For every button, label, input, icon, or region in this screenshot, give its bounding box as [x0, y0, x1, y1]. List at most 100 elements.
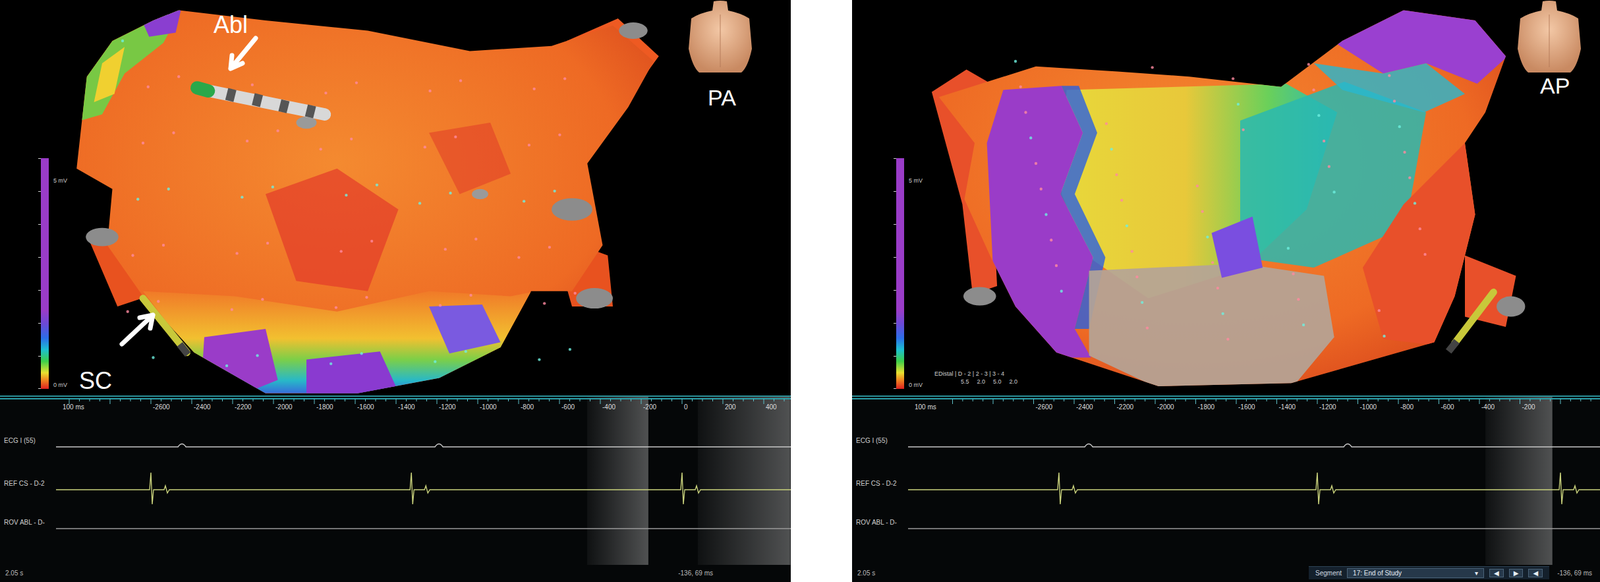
trace-footer: 2.05 sSegment17: End of Study▾◀▶◀-136, 6…	[852, 564, 1600, 582]
ruler-tick-label: -200	[643, 403, 657, 411]
ruler-tick-label: -800	[1400, 403, 1414, 411]
color-bar-tick	[38, 158, 41, 159]
channel-trace	[908, 527, 1600, 529]
channel-trace	[908, 444, 1600, 448]
color-bar-tick	[38, 224, 41, 225]
signal-traces[interactable]: 100 ms-2600-2400-2200-2000-1800-1600-140…	[0, 395, 791, 582]
segment-select[interactable]: 17: End of Study ▾	[1346, 568, 1485, 578]
ruler-tick-label: -1000	[1360, 403, 1378, 411]
cursor-reading: -136, 69 ms	[678, 569, 714, 577]
playback-button[interactable]: ◀	[1489, 568, 1504, 578]
ruler-tick-label: -1800	[1198, 403, 1216, 411]
channel-trace	[908, 472, 1600, 505]
electrode-readout: EDistal | D - 2 | 2 - 3 | 3 - 45.5 2.0 5.0…	[934, 370, 1018, 386]
ruler-tick-label: -400	[602, 403, 616, 411]
ruler-tick-label: -800	[520, 403, 534, 411]
atrium-shell[interactable]	[73, 5, 659, 396]
channel-label: REF CS - D-2	[3, 479, 45, 487]
scale-max-label: 5 mV	[52, 176, 68, 185]
color-bar-tick	[38, 191, 41, 192]
arrow-icon	[121, 314, 153, 344]
channel-label: ROV ABL - D-	[856, 518, 897, 526]
ruler-tick-label: -2400	[1076, 403, 1094, 411]
segment-value: 17: End of Study	[1352, 569, 1402, 577]
voltage-color-bar[interactable]	[896, 158, 905, 389]
sinus-catheter-icon	[142, 298, 188, 355]
arrow-icon	[230, 38, 256, 69]
ablation-catheter-icon	[197, 87, 325, 115]
scale-min-label: 0 mV	[52, 380, 68, 389]
torso-orientation-icon	[688, 0, 752, 73]
readout-value: 2.0	[1009, 378, 1019, 387]
ruler-tick-label: -1200	[1319, 403, 1337, 411]
color-bar-tick	[893, 289, 897, 291]
map-panel: AP5 mV0 mVEDistal | D - 2 | 2 - 3 | 3 - …	[852, 0, 1600, 582]
color-bar-tick	[893, 158, 897, 159]
view-label: PA	[706, 84, 738, 112]
trace-event	[181, 446, 183, 447]
color-bar-tick	[893, 191, 897, 192]
window-duration: 2.05 s	[5, 569, 24, 577]
window-of-interest[interactable]	[587, 396, 649, 565]
ruler-tick-label: 200	[724, 403, 737, 411]
trace-event	[1559, 488, 1561, 490]
dropdown-arrow-icon: ▾	[1474, 569, 1479, 577]
map-panel: PA5 mV0 mVAblSC100 ms-2600-2400-2200-200…	[0, 0, 791, 582]
voltage-color-bar[interactable]	[40, 158, 49, 389]
ruler-tick-label: -1400	[398, 403, 416, 411]
playback-button[interactable]: ▶	[1509, 568, 1524, 578]
anatomical-map[interactable]: AP5 mV0 mVEDistal | D - 2 | 2 - 3 | 3 - …	[852, 0, 1600, 396]
color-bar-tick	[893, 257, 897, 258]
readout-value: 2.0	[977, 378, 986, 387]
ruler-tick-label: -2600	[152, 403, 171, 411]
color-bar-tick	[38, 355, 41, 357]
ruler-tick-label: -1800	[316, 403, 334, 411]
channel-label: REF CS - D-2	[856, 479, 897, 487]
window-duration: 2.05 s	[857, 569, 876, 577]
window-of-interest[interactable]	[1485, 396, 1552, 565]
color-bar-tick	[893, 322, 897, 324]
ruler-tick-label: -1000	[479, 403, 497, 411]
color-bar-tick	[893, 355, 897, 357]
color-bar-tick	[893, 224, 897, 225]
color-bar-tick	[38, 388, 41, 389]
ruler-tick-label: -1600	[1238, 403, 1256, 411]
atrium-shell[interactable]	[931, 7, 1526, 389]
ruler-tick-label: -2000	[1157, 403, 1175, 411]
color-bar-tick	[893, 388, 897, 389]
readout-value: 5.5	[960, 378, 970, 387]
ruler-tick-label: -600	[561, 403, 575, 411]
cursor-reading: -136, 69 ms	[1557, 569, 1593, 577]
torso-orientation-icon	[1517, 0, 1581, 73]
scale-max-label: 5 mV	[908, 176, 924, 185]
mapping-screens: PA5 mV0 mVAblSC100 ms-2600-2400-2200-200…	[0, 0, 1600, 582]
readout-title: EDistal | D - 2 | 2 - 3 | 3 - 4	[934, 370, 1018, 379]
ruler-tick-label: -1600	[357, 403, 375, 411]
channel-label: ECG I (55)	[856, 436, 888, 445]
ruler-tick-label: -600	[1441, 403, 1455, 411]
readout-values: 5.5 2.0 5.0 2.0	[934, 378, 1018, 387]
color-bar-tick	[38, 257, 41, 258]
trace-event	[411, 488, 412, 490]
channel-label: ROV ABL - D-	[3, 518, 45, 526]
ruler-tick-label: -1400	[1279, 403, 1297, 411]
window-of-interest[interactable]	[697, 396, 791, 565]
callout-label: SC	[77, 366, 114, 396]
ruler-scale-label: 100 ms	[914, 403, 937, 411]
playback-button[interactable]: ◀	[1528, 568, 1543, 578]
anatomical-map[interactable]: PA5 mV0 mVAblSC	[0, 0, 791, 396]
color-bar-tick	[38, 322, 41, 324]
trace-event	[1347, 446, 1349, 447]
ruler-tick-label: -1200	[438, 403, 457, 411]
ruler-tick-label: 0	[684, 403, 688, 411]
trace-event	[438, 446, 440, 447]
color-bar-tick	[38, 289, 41, 291]
ruler-tick-label: 400	[765, 403, 777, 411]
ruler-tick-label: -2200	[234, 403, 252, 411]
ruler-tick-label: -2200	[1116, 403, 1135, 411]
readout-value: 5.0	[993, 378, 1002, 387]
trace-event	[1058, 488, 1059, 490]
signal-traces[interactable]: 100 ms-2600-2400-2200-2000-1800-1600-140…	[852, 395, 1600, 582]
trace-event	[681, 488, 683, 490]
channel-trace	[56, 444, 791, 448]
